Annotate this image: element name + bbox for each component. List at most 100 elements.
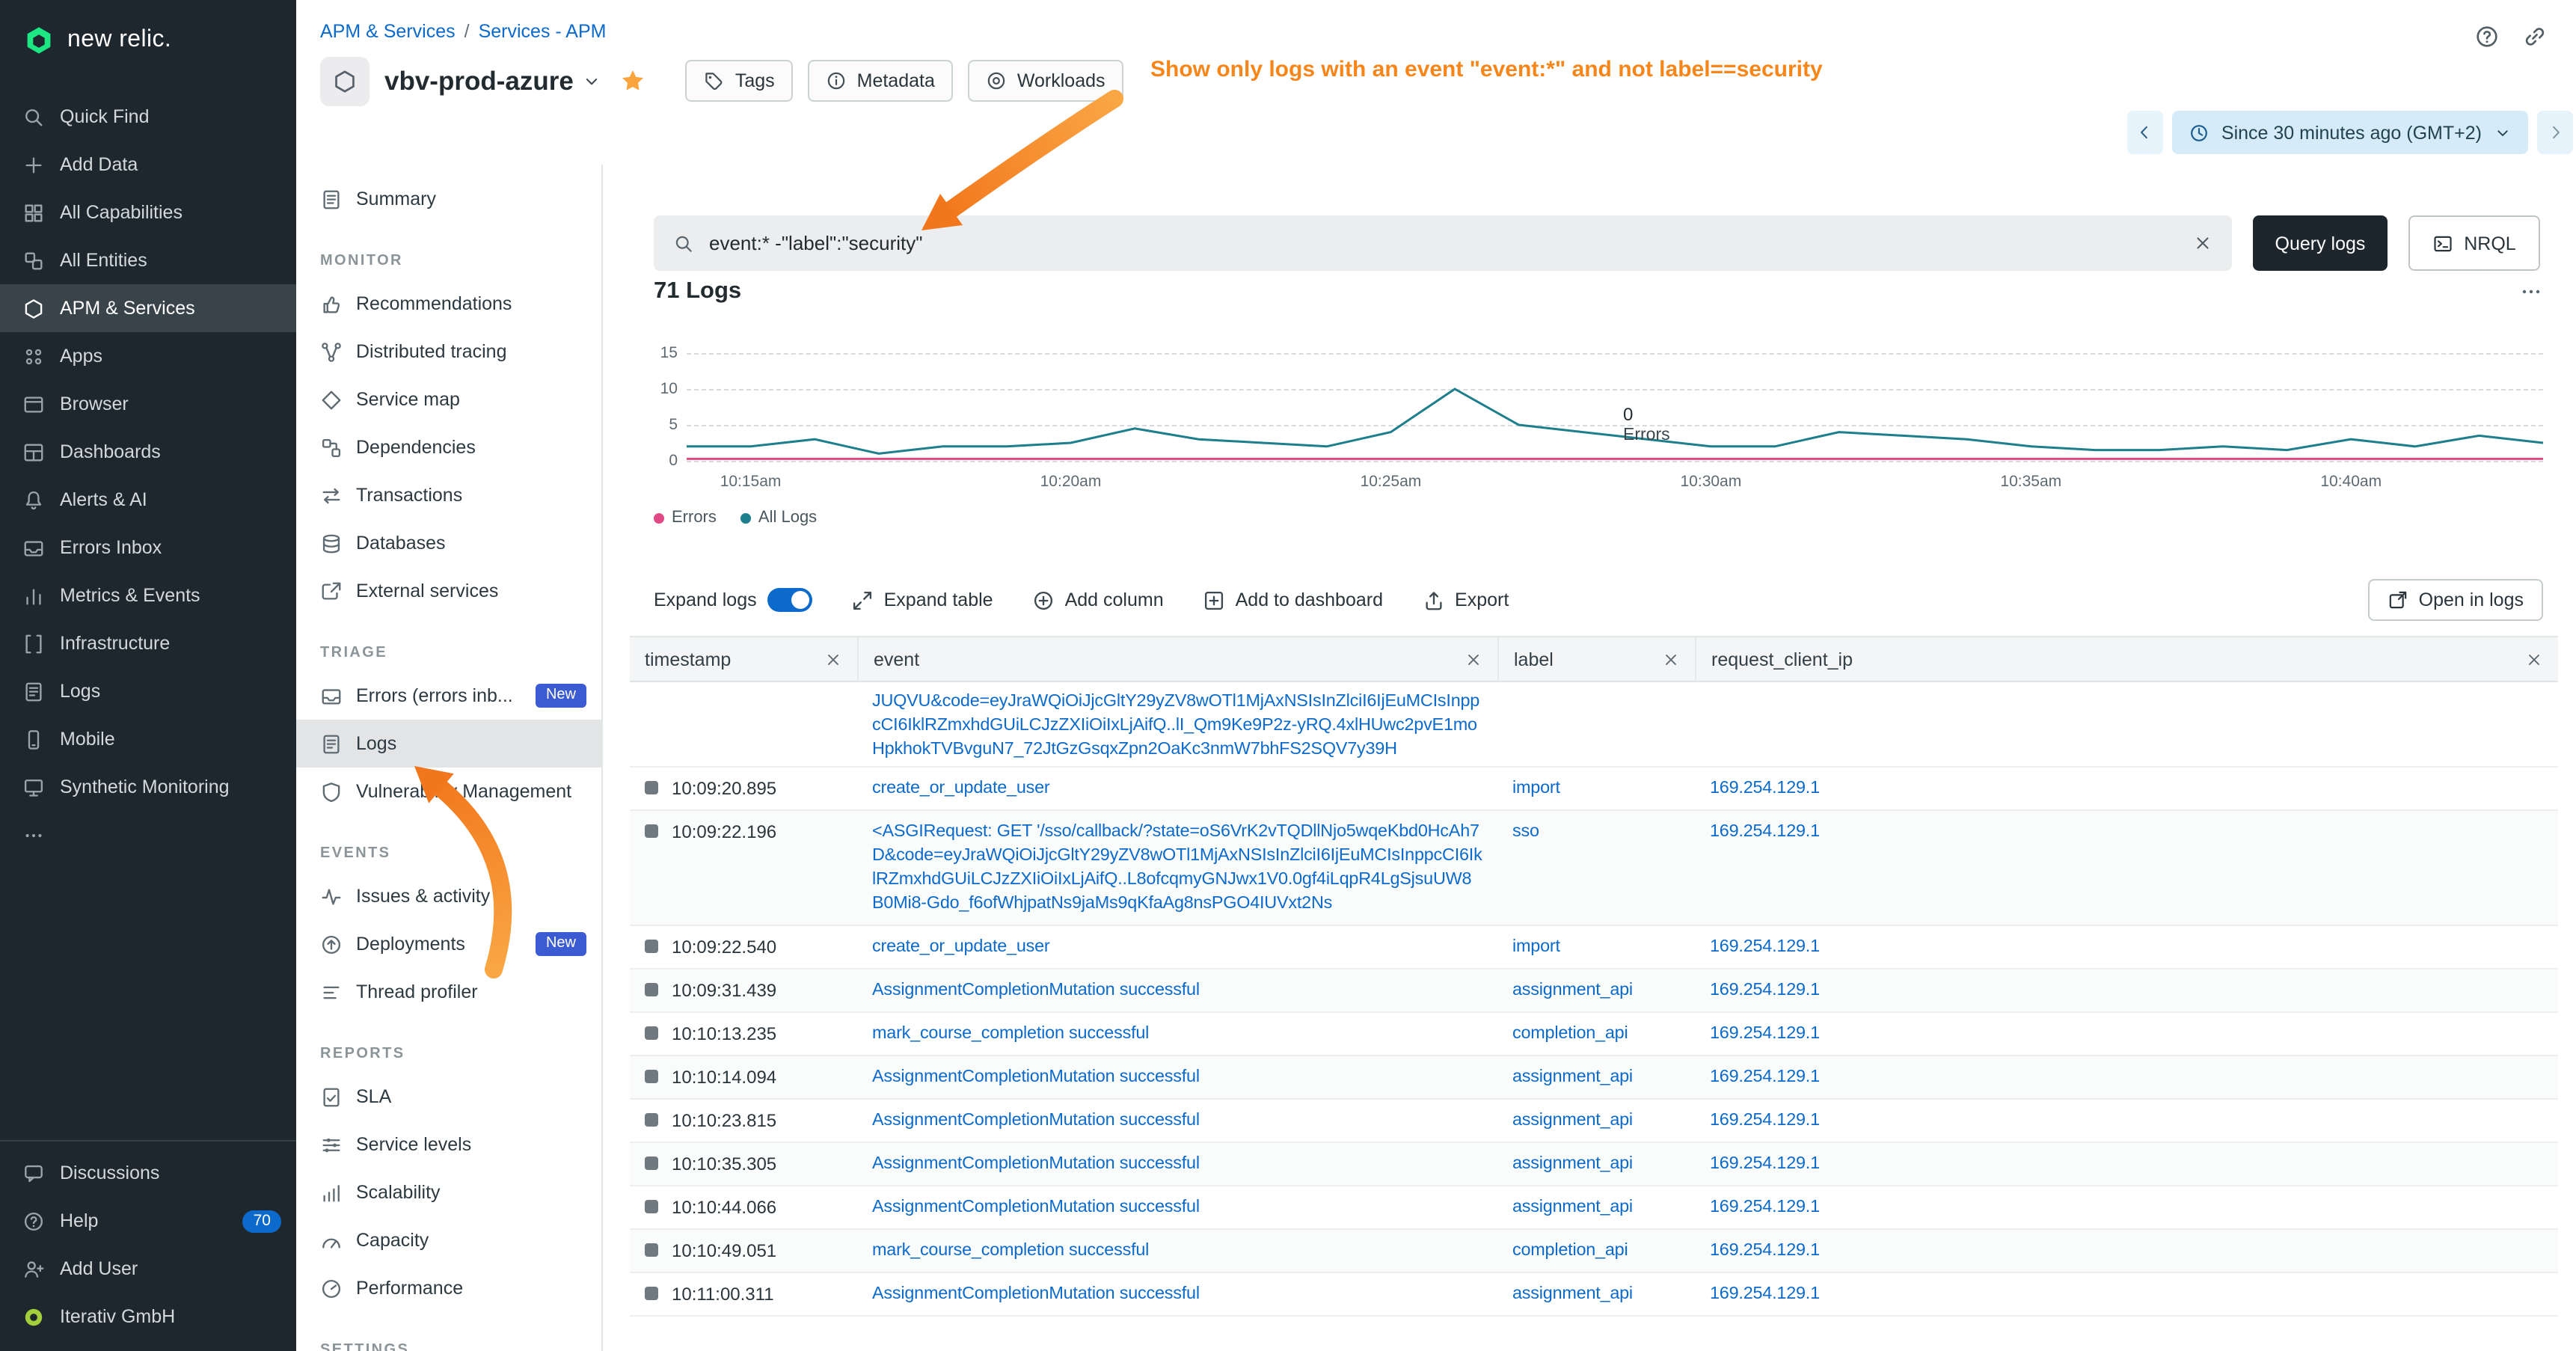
sidebar-item-add-data[interactable]: Add Data [0, 141, 296, 189]
cell-request-client-ip-link[interactable]: 169.254.129.1 [1710, 935, 2543, 959]
subnav-databases[interactable]: Databases [296, 519, 601, 567]
remove-column-icon[interactable] [1465, 650, 1482, 668]
cell-request-client-ip-link[interactable]: 169.254.129.1 [1710, 1282, 2543, 1306]
sidebar-item-all-entities[interactable]: All Entities [0, 236, 296, 284]
sidebar-item-metrics-events[interactable]: Metrics & Events [0, 572, 296, 619]
table-row[interactable]: 10:11:00.311 AssignmentCompletionMutatio… [630, 1273, 2558, 1317]
permalink-button[interactable] [2516, 18, 2552, 54]
row-checkbox[interactable] [645, 1113, 658, 1127]
table-row[interactable]: 10:10:49.051 mark_course_completion succ… [630, 1230, 2558, 1273]
row-checkbox[interactable] [645, 824, 658, 838]
cell-label-link[interactable]: assignment_api [1512, 1109, 1680, 1133]
subnav-logs[interactable]: Logs [296, 720, 601, 768]
row-checkbox[interactable] [645, 1026, 658, 1040]
subnav-issues-activity[interactable]: Issues & activity [296, 872, 601, 920]
legend-errors[interactable]: Errors [654, 509, 717, 527]
brand[interactable]: new relic. [0, 0, 296, 81]
table-row[interactable]: 10:09:20.895 create_or_update_user impor… [630, 768, 2558, 811]
sidebar-footer-item-help[interactable]: Help 70 [0, 1197, 296, 1245]
table-row[interactable]: 10:10:13.235 mark_course_completion succ… [630, 1013, 2558, 1056]
sidebar-item-all-capabilities[interactable]: All Capabilities [0, 189, 296, 236]
cell-request-client-ip-link[interactable]: 169.254.129.1 [1710, 1195, 2543, 1219]
chip-workloads[interactable]: Workloads [968, 60, 1123, 102]
cell-label-link[interactable]: completion_api [1512, 1022, 1680, 1046]
subnav-summary[interactable]: Summary [296, 175, 601, 223]
cell-event-link[interactable]: AssignmentCompletionMutation successful [872, 1109, 1482, 1133]
favorite-star-icon[interactable] [620, 67, 647, 94]
row-checkbox[interactable] [645, 940, 658, 953]
add-column-button[interactable]: Add column [1032, 589, 1164, 611]
time-forward-button[interactable] [2537, 111, 2573, 154]
nrql-button[interactable]: NRQL [2408, 215, 2540, 271]
cell-request-client-ip-link[interactable]: 169.254.129.1 [1710, 820, 2543, 844]
column-header-request-client-ip[interactable]: request_client_ip [1695, 637, 2558, 681]
cell-event-link[interactable]: AssignmentCompletionMutation successful [872, 1282, 1482, 1306]
subnav-external-services[interactable]: External services [296, 567, 601, 615]
cell-request-client-ip-link[interactable]: 169.254.129.1 [1710, 1239, 2543, 1263]
remove-column-icon[interactable] [824, 650, 842, 668]
subnav-dependencies[interactable]: Dependencies [296, 423, 601, 471]
help-button[interactable] [2468, 18, 2504, 54]
cell-label-link[interactable]: completion_api [1512, 1239, 1680, 1263]
subnav-performance[interactable]: Performance [296, 1264, 601, 1312]
column-header-timestamp[interactable]: timestamp [630, 637, 857, 681]
table-row[interactable]: 10:09:22.196 <ASGIRequest: GET '/sso/cal… [630, 811, 2558, 926]
subnav-scalability[interactable]: Scalability [296, 1168, 601, 1216]
sidebar-item-infrastructure[interactable]: Infrastructure [0, 619, 296, 667]
subnav-sla[interactable]: SLA [296, 1073, 601, 1121]
query-logs-button[interactable]: Query logs [2253, 215, 2388, 271]
chip-tags[interactable]: Tags [686, 60, 793, 102]
expand-logs-toggle[interactable] [767, 588, 812, 612]
cell-label-link[interactable]: import [1512, 935, 1680, 959]
table-row[interactable]: 10:09:22.540 create_or_update_user impor… [630, 926, 2558, 969]
cell-label-link[interactable]: assignment_api [1512, 1065, 1680, 1089]
row-checkbox[interactable] [645, 1157, 658, 1170]
table-row[interactable]: 10:10:23.815 AssignmentCompletionMutatio… [630, 1100, 2558, 1143]
row-checkbox[interactable] [645, 781, 658, 794]
time-picker[interactable]: Since 30 minutes ago (GMT+2) [2172, 111, 2528, 154]
remove-column-icon[interactable] [1662, 650, 1680, 668]
breadcrumb-apm-services[interactable]: APM & Services [320, 21, 456, 42]
cell-event-link[interactable]: AssignmentCompletionMutation successful [872, 1195, 1482, 1219]
cell-event-link[interactable]: <ASGIRequest: GET '/sso/callback/?state=… [872, 820, 1482, 916]
cell-label-link[interactable]: assignment_api [1512, 1152, 1680, 1176]
sidebar-item-alerts-ai[interactable]: Alerts & AI [0, 476, 296, 524]
entity-switcher-chevron-icon[interactable] [583, 71, 602, 91]
cell-request-client-ip-link[interactable]: 169.254.129.1 [1710, 1109, 2543, 1133]
sidebar-item-mobile[interactable]: Mobile [0, 715, 296, 763]
column-header-event[interactable]: event [857, 637, 1497, 681]
sidebar-footer-item-iterativ-gmbh[interactable]: Iterativ GmbH [0, 1293, 296, 1341]
cell-label-link[interactable]: import [1512, 776, 1680, 800]
subnav-service-levels[interactable]: Service levels [296, 1121, 601, 1168]
cell-label-link[interactable]: assignment_api [1512, 1282, 1680, 1306]
sidebar-item-quick-find[interactable]: Quick Find [0, 93, 296, 141]
row-checkbox[interactable] [645, 1243, 658, 1257]
row-checkbox[interactable] [645, 1200, 658, 1213]
subnav-vulnerability-management[interactable]: Vulnerability Management [296, 768, 601, 815]
sidebar-item-errors-inbox[interactable]: Errors Inbox [0, 524, 296, 572]
clear-query-icon[interactable] [2193, 233, 2212, 253]
cell-event-link[interactable]: AssignmentCompletionMutation successful [872, 978, 1482, 1002]
cell-event-link[interactable]: create_or_update_user [872, 935, 1482, 959]
subnav-service-map[interactable]: Service map [296, 376, 601, 423]
cell-event-link[interactable]: AssignmentCompletionMutation successful [872, 1152, 1482, 1176]
sidebar-footer-item-add-user[interactable]: Add User [0, 1245, 296, 1293]
subnav-capacity[interactable]: Capacity [296, 1216, 601, 1264]
sidebar-item-synthetic-monitoring[interactable]: Synthetic Monitoring [0, 763, 296, 811]
export-button[interactable]: Export [1422, 589, 1509, 611]
cell-label-link[interactable]: sso [1512, 820, 1680, 844]
cell-label-link[interactable]: assignment_api [1512, 1195, 1680, 1219]
row-checkbox[interactable] [645, 1287, 658, 1300]
cell-request-client-ip-link[interactable]: 169.254.129.1 [1710, 1022, 2543, 1046]
subnav-transactions[interactable]: Transactions [296, 471, 601, 519]
panel-menu-icon[interactable] [2519, 280, 2543, 304]
cell-event-link[interactable]: mark_course_completion successful [872, 1239, 1482, 1263]
legend-all-logs[interactable]: All Logs [740, 509, 817, 527]
row-checkbox[interactable] [645, 1070, 658, 1083]
sidebar-item-apm-services[interactable]: APM & Services [0, 284, 296, 332]
remove-column-icon[interactable] [2525, 650, 2543, 668]
sidebar-item-dashboards[interactable]: Dashboards [0, 428, 296, 476]
subnav-errors-errors-inb[interactable]: Errors (errors inb... New [296, 672, 601, 720]
subnav-recommendations[interactable]: Recommendations [296, 280, 601, 328]
expand-table-button[interactable]: Expand table [851, 589, 993, 611]
